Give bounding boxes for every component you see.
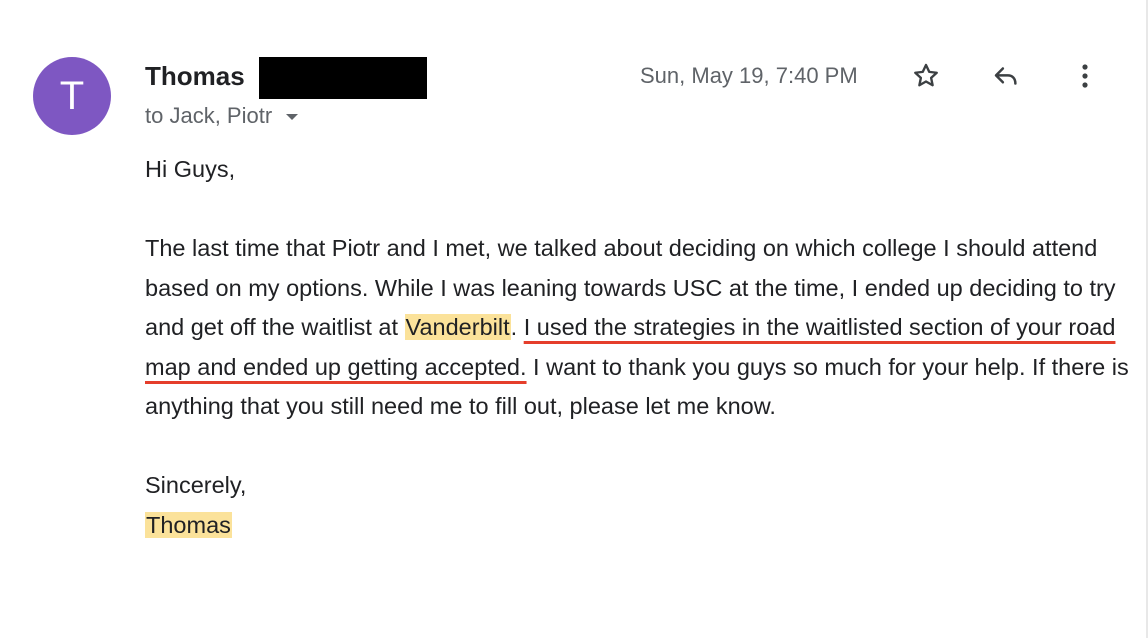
recipients-toggle[interactable]: to Jack, Piotr	[145, 102, 299, 130]
redaction-box	[259, 57, 427, 99]
avatar-letter: T	[59, 74, 85, 118]
reply-icon	[994, 67, 1017, 85]
star-button[interactable]	[908, 58, 944, 94]
greeting-text: Hi Guys,	[145, 156, 236, 182]
more-vert-icon	[1082, 64, 1088, 88]
chevron-down-icon	[286, 114, 299, 120]
closing-text: Sincerely,	[145, 472, 247, 498]
signature-line: Thomas	[145, 506, 1135, 546]
more-options-button[interactable]	[1067, 58, 1103, 94]
highlighted-college-name: Vanderbilt	[404, 314, 511, 340]
reply-button[interactable]	[988, 58, 1024, 94]
star-icon	[914, 63, 938, 87]
message-date: Sun, May 19, 7:40 PM	[640, 63, 858, 88]
message-body: Hi Guys, The last time that Piotr and I …	[145, 150, 1135, 545]
sender-name[interactable]: Thomas	[145, 61, 245, 91]
avatar[interactable]: T	[33, 57, 111, 135]
signature-name: Thomas	[145, 511, 232, 538]
paragraph-text-2: .	[510, 314, 524, 340]
message-paragraph: The last time that Piotr and I met, we t…	[145, 229, 1135, 427]
recipients-label: to Jack, Piotr	[145, 103, 273, 128]
